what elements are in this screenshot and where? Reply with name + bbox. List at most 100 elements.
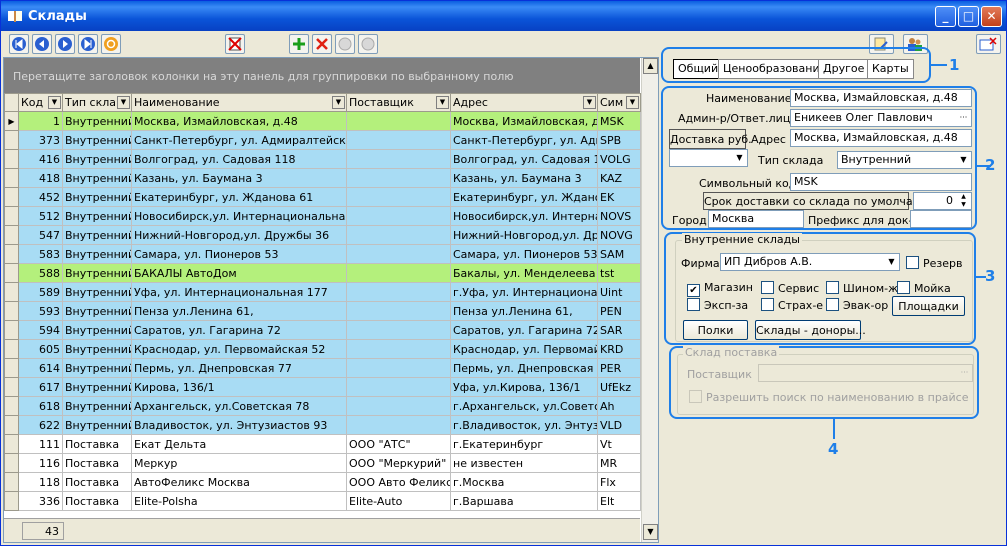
name-field[interactable]: Москва, Измайловская, д.48	[790, 89, 972, 107]
cell-symbol[interactable]: NOVG	[597, 225, 641, 245]
cell-address[interactable]: Москва, Измайловская, д.4	[450, 111, 598, 131]
cell-symbol[interactable]: PEN	[597, 301, 641, 321]
cell-type[interactable]: Внутренний	[62, 301, 132, 321]
cell-address[interactable]: Новосибирск,ул. Интернаци	[450, 206, 598, 226]
cell-name[interactable]: Новосибирск,ул. Интернациональная 87	[131, 206, 347, 226]
cell-supplier[interactable]: Elite-Auto	[346, 491, 451, 511]
cell-symbol[interactable]: Vt	[597, 434, 641, 454]
row-indicator[interactable]	[4, 244, 19, 264]
row-indicator[interactable]	[4, 377, 19, 397]
delete-button[interactable]	[312, 34, 332, 54]
allow-name-search-checkbox[interactable]: Разрешить поиск по наименованию в прайсе	[689, 390, 969, 404]
cell-supplier[interactable]	[346, 396, 451, 416]
row-indicator[interactable]	[4, 415, 19, 435]
cell-address[interactable]: Краснодар, ул. Первомайск	[450, 339, 598, 359]
delivery-select[interactable]: ▼	[669, 149, 748, 167]
cell-name[interactable]: Кирова, 136/1	[131, 377, 347, 397]
cell-name[interactable]: Самара, ул. Пионеров 53	[131, 244, 347, 264]
cell-type[interactable]: Внутренний	[62, 111, 132, 131]
row-indicator[interactable]	[4, 339, 19, 359]
cell-name[interactable]: Пермь, ул. Днепровская 77	[131, 358, 347, 378]
table-row[interactable]: 373 Внутренний Санкт-Петербург, ул. Адмира…	[4, 130, 641, 150]
cell-supplier[interactable]: ООО "Меркурий"	[346, 453, 451, 473]
cell-supplier[interactable]: ООО "АТС"	[346, 434, 451, 454]
table-row[interactable]: 336 Поставка Elite-Polsha Elite-Auto г.Варша…	[4, 491, 641, 511]
cell-supplier[interactable]	[346, 244, 451, 264]
cell-type[interactable]: Внутренний	[62, 263, 132, 283]
cell-code[interactable]: 336	[18, 491, 63, 511]
service-checkbox[interactable]: Мойка	[897, 281, 951, 295]
cell-name[interactable]: Санкт-Петербург, ул. Адмиралтейская 30	[131, 130, 347, 150]
cell-type[interactable]: Внутренний	[62, 320, 132, 340]
cell-code[interactable]: 583	[18, 244, 63, 264]
shelves-button[interactable]: Полки	[683, 320, 748, 340]
table-row[interactable]: 614 Внутренний Пермь, ул. Днепровская 77 Пе…	[4, 358, 641, 378]
cell-supplier[interactable]	[346, 301, 451, 321]
maximize-button[interactable]: □	[958, 6, 979, 27]
add-button[interactable]	[289, 34, 309, 54]
table-row[interactable]: 617 Внутренний Кирова, 136/1 Уфа, ул.Кирова…	[4, 377, 641, 397]
checkbox-box[interactable]	[826, 298, 839, 311]
service-checkbox[interactable]: Эвак-ор	[826, 298, 888, 312]
cell-code[interactable]: 594	[18, 320, 63, 340]
cell-supplier[interactable]	[346, 282, 451, 302]
cell-supplier[interactable]	[346, 187, 451, 207]
ellipsis-icon[interactable]: ···	[957, 365, 972, 381]
cell-code[interactable]: 111	[18, 434, 63, 454]
checkbox-box[interactable]	[687, 298, 700, 311]
cell-code[interactable]: 373	[18, 130, 63, 150]
service-checkbox[interactable]: ✔ Магазин	[687, 281, 753, 297]
service-checkbox[interactable]: Страх-е	[761, 298, 823, 312]
cell-address[interactable]: Пермь, ул. Днепровская 77	[450, 358, 598, 378]
cell-supplier[interactable]	[346, 377, 451, 397]
column-header[interactable]: Код ▼	[18, 93, 63, 112]
cell-type[interactable]: Внутренний	[62, 244, 132, 264]
cell-type[interactable]: Внутренний	[62, 149, 132, 169]
cell-symbol[interactable]: SAM	[597, 244, 641, 264]
table-row[interactable]: 111 Поставка Екат Дельта ООО "АТС" г.Екатери…	[4, 434, 641, 454]
cell-supplier[interactable]	[346, 263, 451, 283]
spin-icon[interactable]: ▲ ▼	[956, 193, 971, 209]
row-indicator[interactable]	[4, 187, 19, 207]
table-row[interactable]: ▶ 1 Внутренний Москва, Измайловская, д.48 Мо…	[4, 111, 641, 131]
cell-supplier[interactable]	[346, 415, 451, 435]
cell-code[interactable]: 547	[18, 225, 63, 245]
cell-symbol[interactable]: EK	[597, 187, 641, 207]
checkbox-box[interactable]	[897, 281, 910, 294]
row-indicator[interactable]	[4, 434, 19, 454]
table-row[interactable]: 622 Внутренний Владивосток, ул. Энтузиасто…	[4, 415, 641, 435]
table-row[interactable]: 583 Внутренний Самара, ул. Пионеров 53 Сама…	[4, 244, 641, 264]
cell-name[interactable]: Екат Дельта	[131, 434, 347, 454]
scroll-up-icon[interactable]: ▲	[643, 58, 658, 74]
cell-type[interactable]: Внутренний	[62, 377, 132, 397]
row-indicator[interactable]	[4, 320, 19, 340]
tab-pricing[interactable]: Ценообразование	[718, 59, 832, 79]
cell-name[interactable]: Екатеринбург, ул. Жданова 61	[131, 187, 347, 207]
cell-name[interactable]: Саратов, ул. Гагарина 72	[131, 320, 347, 340]
row-indicator[interactable]	[4, 168, 19, 188]
cell-supplier[interactable]	[346, 130, 451, 150]
cell-name[interactable]: АвтоФеликс Москва	[131, 472, 347, 492]
cell-symbol[interactable]: VLD	[597, 415, 641, 435]
cell-name[interactable]: Нижний-Новгород,ул. Дружбы 36	[131, 225, 347, 245]
cell-code[interactable]: 589	[18, 282, 63, 302]
admin-field[interactable]: Еникеев Олег Павлович ···	[790, 109, 972, 127]
cell-type[interactable]: Поставка	[62, 434, 132, 454]
address-field[interactable]: Москва, Измайловская, д.48	[790, 129, 972, 147]
checkbox-box[interactable]	[689, 390, 702, 403]
cancel-disabled-button[interactable]	[358, 34, 378, 54]
row-indicator[interactable]	[4, 206, 19, 226]
cell-symbol[interactable]: UfEkz	[597, 377, 641, 397]
cell-type[interactable]: Внутренний	[62, 225, 132, 245]
cell-code[interactable]: 116	[18, 453, 63, 473]
column-menu-icon[interactable]: ▼	[583, 96, 596, 109]
cell-address[interactable]: Саратов, ул. Гагарина 72	[450, 320, 598, 340]
prev-record-button[interactable]	[32, 34, 52, 54]
cell-supplier[interactable]	[346, 339, 451, 359]
cell-symbol[interactable]: Uint	[597, 282, 641, 302]
service-checkbox[interactable]: Эксп-за	[687, 298, 748, 312]
cell-code[interactable]: 618	[18, 396, 63, 416]
cell-address[interactable]: г.Москва	[450, 472, 598, 492]
cell-symbol[interactable]: Ah	[597, 396, 641, 416]
cell-address[interactable]: г.Архангельск, ул.Советска	[450, 396, 598, 416]
